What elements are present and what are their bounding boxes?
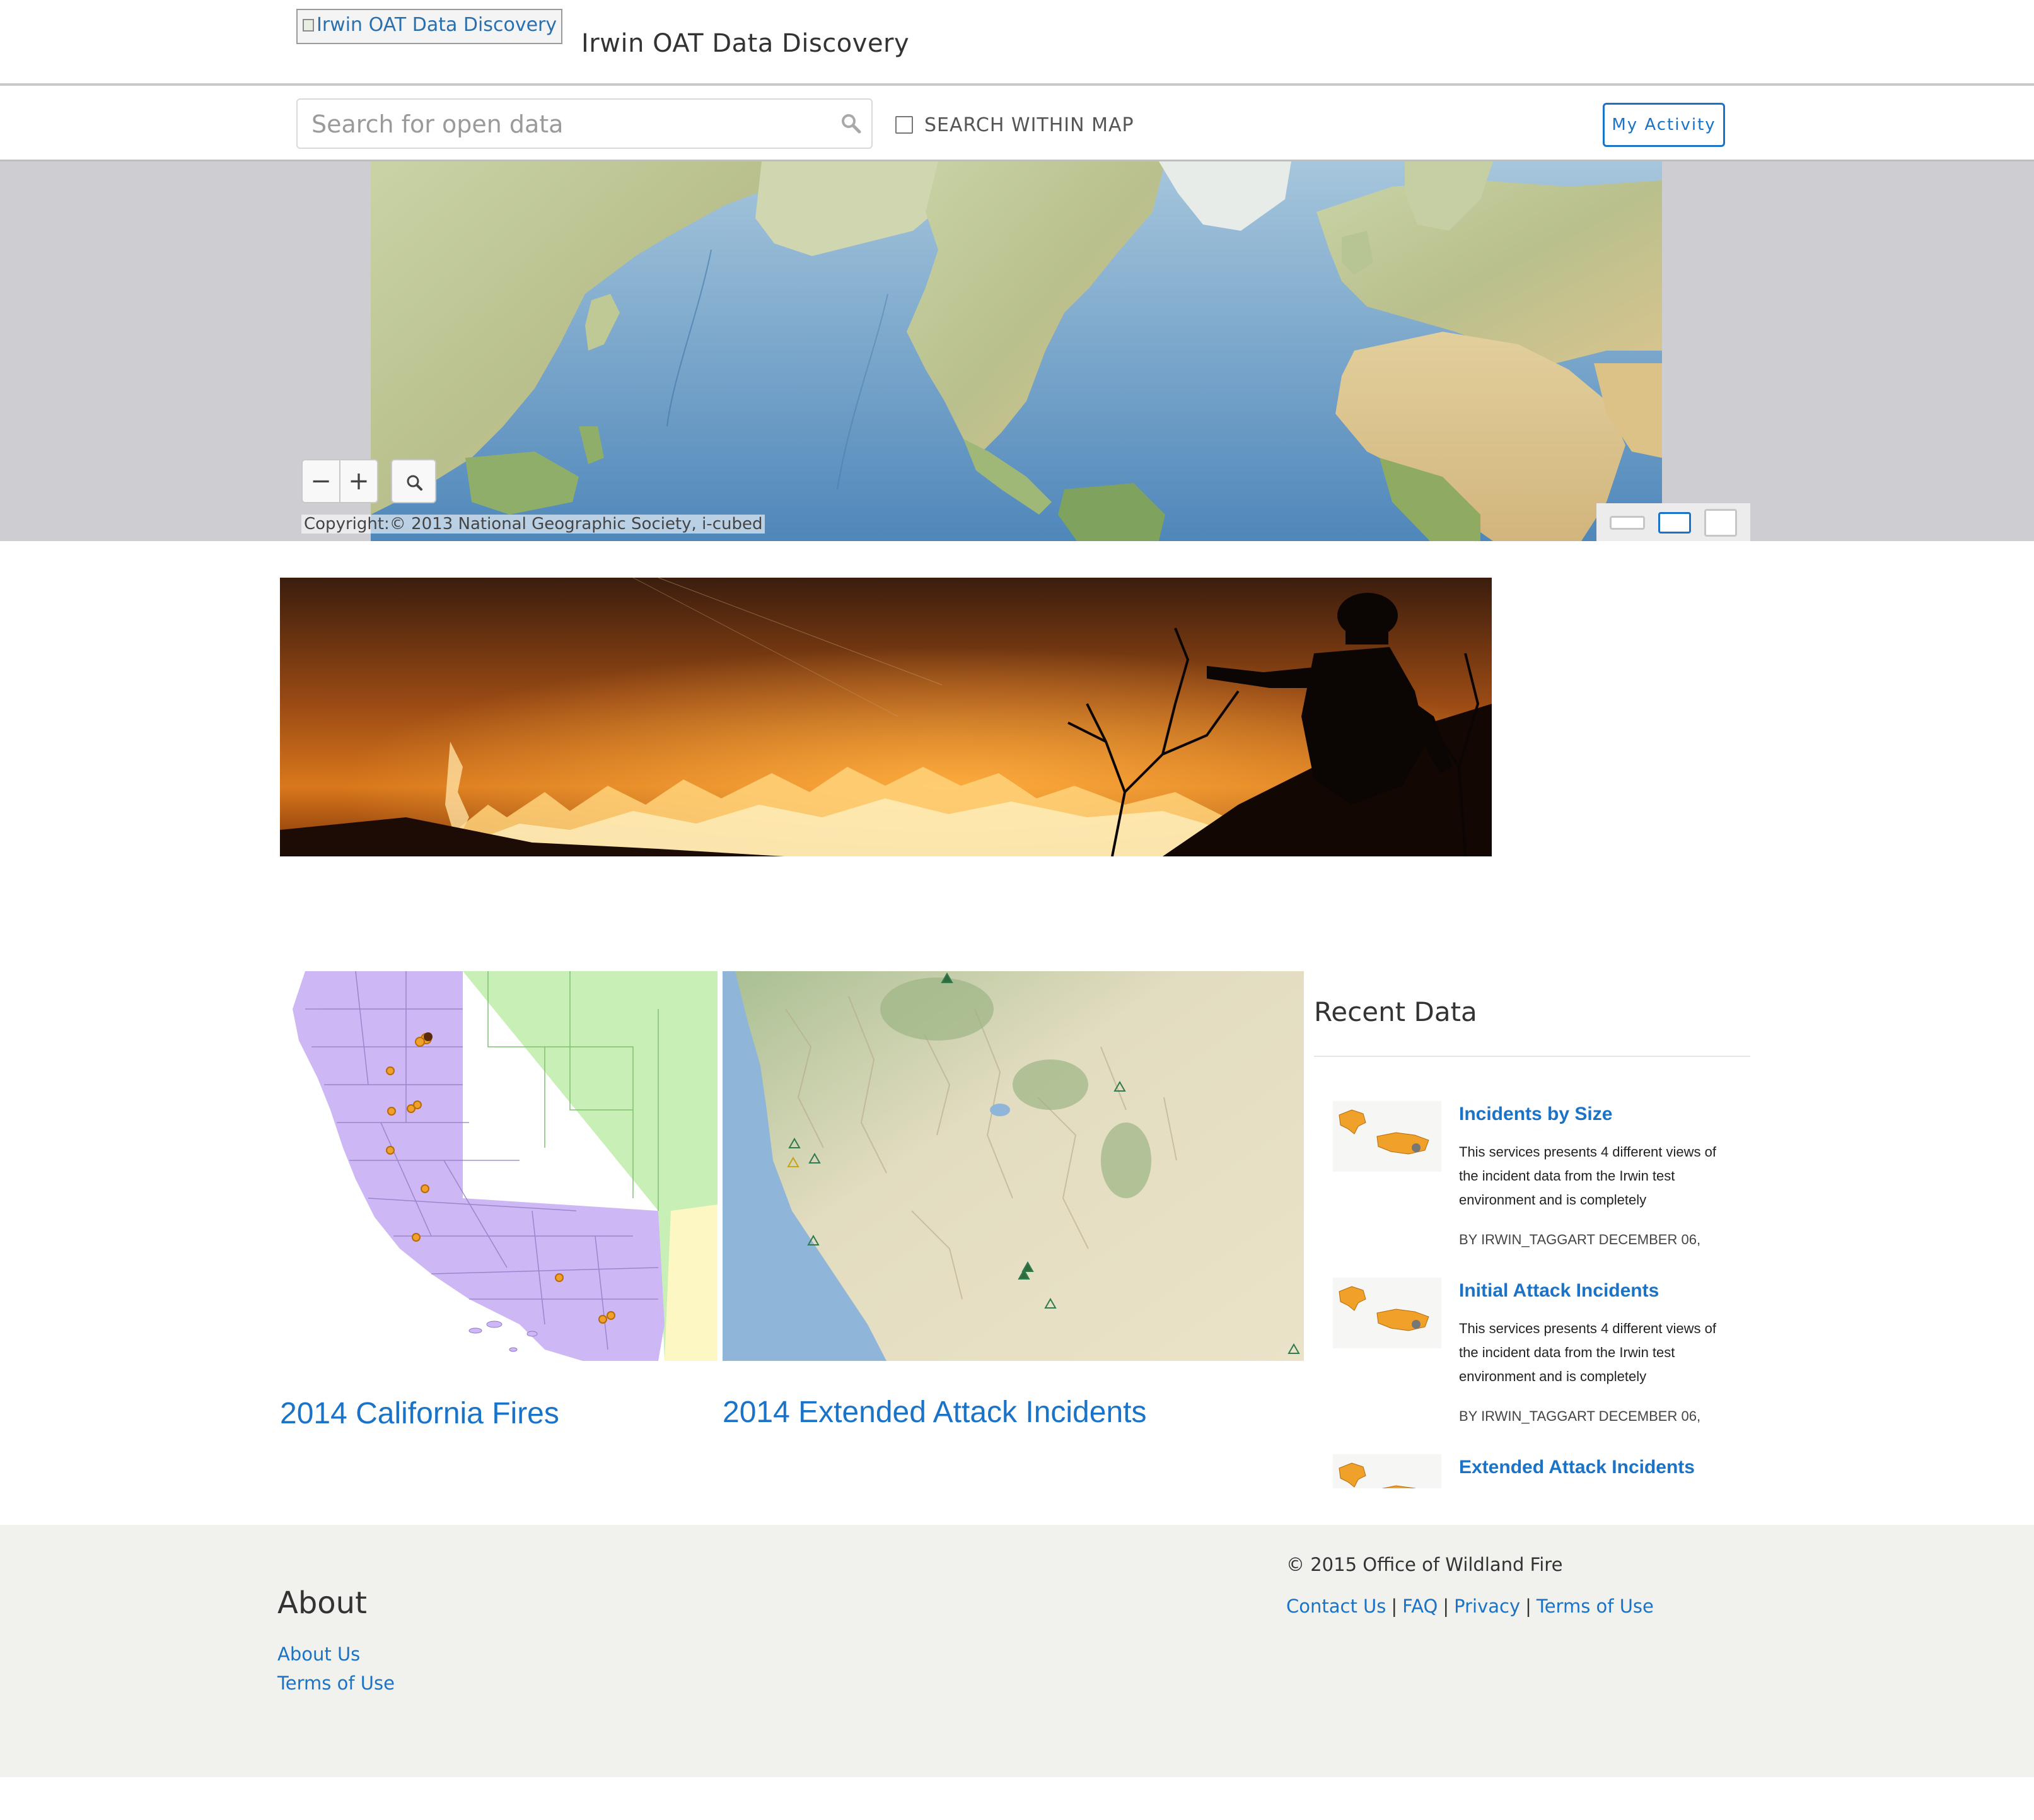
footer-contact-link[interactable]: Contact Us [1286, 1595, 1386, 1617]
recent-data-item[interactable]: Incidents by Size This services presents… [1314, 1101, 1750, 1255]
incident-thumbnail-icon [1333, 1101, 1441, 1172]
magnifier-icon [407, 475, 422, 491]
site-logo[interactable]: Irwin OAT Data Discovery logo [296, 9, 562, 44]
california-fires-map-thumbnail[interactable] [280, 971, 718, 1361]
recent-data-panel: Recent Data Incidents by Size This servi… [1314, 996, 1750, 1488]
footer-about-us-link[interactable]: About Us [277, 1643, 360, 1665]
recent-data-description: This services presents 4 different views… [1459, 1321, 1716, 1384]
zoom-controls: − + [301, 459, 378, 503]
recent-data-byline: BY IRWIN_TAGGART DECEMBER 06, 2016 [1459, 1232, 1701, 1247]
california-fires-title-link[interactable]: 2014 California Fires [280, 1396, 559, 1431]
zoom-out-button[interactable]: − [303, 460, 340, 502]
extended-attack-title-link[interactable]: 2014 Extended Attack Incidents [723, 1395, 1146, 1430]
world-basemap[interactable] [371, 161, 1662, 541]
incident-thumbnail-icon [1333, 1278, 1441, 1348]
search-bar: SEARCH WITHIN MAP My Activity [0, 87, 2034, 161]
california-map-image [280, 971, 718, 1361]
layout-short-map-toggle[interactable] [1609, 516, 1645, 530]
footer-terms-of-use-link[interactable]: Terms of Use [1537, 1595, 1654, 1617]
recent-data-heading: Recent Data [1314, 996, 1750, 1057]
recent-data-item[interactable]: Initial Attack Incidents This services p… [1314, 1278, 1750, 1432]
western-us-map-image [723, 971, 1304, 1361]
wildfire-photo [280, 578, 1492, 856]
search-input[interactable] [311, 108, 828, 140]
footer-faq-link[interactable]: FAQ [1402, 1595, 1438, 1617]
footer-privacy-link[interactable]: Privacy [1454, 1595, 1520, 1617]
search-within-map[interactable]: SEARCH WITHIN MAP [895, 111, 1134, 139]
search-icon[interactable] [840, 112, 863, 135]
recent-data-byline: BY IRWIN_TAGGART DECEMBER 06, 2016 [1459, 1408, 1701, 1424]
search-box [296, 98, 873, 149]
recent-data-title[interactable]: Incidents by Size [1459, 1104, 1612, 1125]
footer-separator: | [1443, 1595, 1450, 1617]
footer-about-heading: About [277, 1585, 367, 1621]
wildfire-banner-image [280, 578, 1492, 856]
search-within-map-label: SEARCH WITHIN MAP [924, 114, 1134, 136]
footer-copyright: © 2015 Office of Wildland Fire [1286, 1554, 1563, 1575]
recent-data-item[interactable]: Extended Attack Incidents [1314, 1454, 1750, 1488]
map-viewer[interactable]: − + Copyright:© 2013 National Geographic… [0, 161, 2034, 541]
footer-separator: | [1391, 1595, 1398, 1617]
search-within-map-checkbox[interactable] [895, 116, 913, 134]
footer-terms-link[interactable]: Terms of Use [277, 1672, 395, 1694]
my-activity-button[interactable]: My Activity [1603, 103, 1725, 147]
map-attribution: Copyright:© 2013 National Geographic Soc… [301, 515, 765, 534]
site-footer: About About Us Terms of Use © 2015 Offic… [0, 1525, 2034, 1777]
recent-data-title[interactable]: Extended Attack Incidents [1459, 1457, 1695, 1478]
map-search-button[interactable] [391, 459, 436, 503]
zoom-in-button[interactable]: + [340, 460, 377, 502]
recent-data-description: This services presents 4 different views… [1459, 1144, 1716, 1208]
site-header: Irwin OAT Data Discovery logo Irwin OAT … [0, 0, 2034, 86]
footer-separator: | [1525, 1595, 1531, 1617]
incident-thumbnail-icon [1333, 1454, 1441, 1488]
site-title[interactable]: Irwin OAT Data Discovery [581, 29, 909, 58]
footer-links: Contact Us | FAQ | Privacy | Terms of Use [1286, 1595, 1654, 1617]
layout-medium-map-toggle[interactable] [1658, 512, 1691, 534]
recent-data-title[interactable]: Initial Attack Incidents [1459, 1280, 1659, 1302]
broken-image-icon [303, 18, 314, 32]
logo-alt-text: Irwin OAT Data Discovery logo [317, 14, 561, 36]
layout-tall-map-toggle[interactable] [1704, 509, 1738, 537]
layout-toggle-group [1596, 503, 1750, 541]
extended-attack-map-thumbnail[interactable] [723, 971, 1304, 1361]
